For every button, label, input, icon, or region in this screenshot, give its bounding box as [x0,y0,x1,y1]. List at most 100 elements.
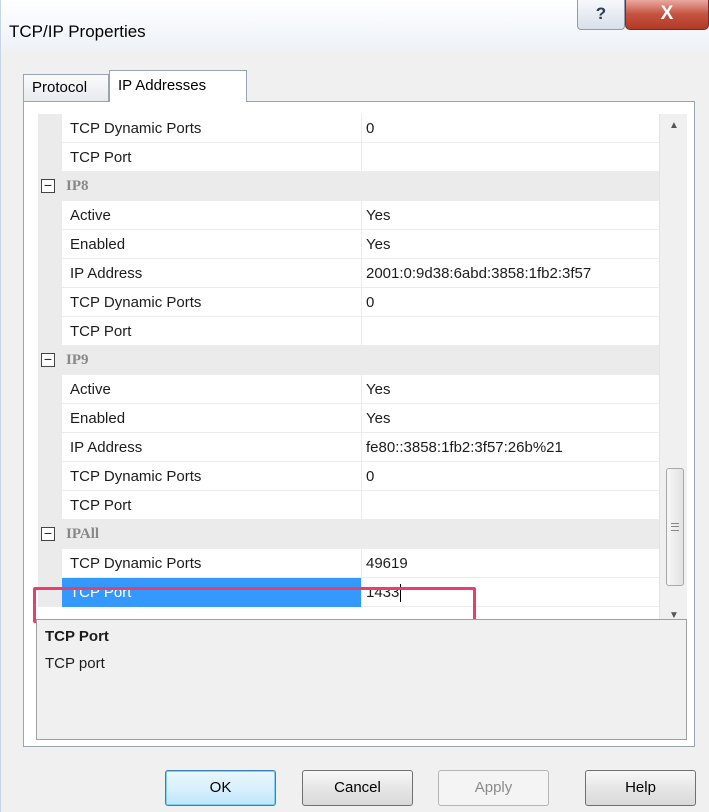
scroll-thumb[interactable] [666,468,684,586]
row-gutter [38,549,62,578]
scroll-up-arrow-icon[interactable]: ▲ [660,114,688,138]
property-value: 0 [366,114,374,143]
close-icon: X [660,3,674,24]
property-name: Active [70,381,111,398]
property-name: TCP Dynamic Ports [70,468,202,485]
property-value-text: fe80::3858:1fb2:3f57:26b%21 [366,439,563,456]
property-name: TCP Port [70,323,132,340]
window-title: TCP/IP Properties [9,22,146,41]
property-grid: TCP Dynamic Ports 0 TCP Port − IP8 Active Yes E… [38,114,659,628]
row-gutter [38,259,62,288]
column-divider [361,143,362,172]
column-divider [361,433,362,462]
property-row[interactable]: IP Address fe80::3858:1fb2:3f57:26b%21 [38,433,659,462]
property-value: Yes [366,375,390,404]
tab-protocol[interactable]: Protocol [23,74,109,102]
column-divider [361,404,362,433]
collapse-toggle-icon[interactable]: − [41,178,55,193]
property-value: Yes [366,404,390,433]
property-row[interactable]: Enabled Yes [38,404,659,433]
row-gutter [38,114,62,143]
cancel-button[interactable]: Cancel [302,770,413,806]
property-name: TCP Port [70,497,132,514]
property-row[interactable]: TCP Dynamic Ports 0 [38,114,659,143]
question-mark-icon: ? [595,4,607,23]
property-value: Yes [366,230,390,259]
property-row[interactable]: IP Address 2001:0:9d38:6abd:3858:1fb2:3f5… [38,259,659,288]
category-label: IP9 [66,352,89,368]
description-text: TCP port [45,655,105,672]
category-label: IPAll [66,526,100,542]
column-divider [361,491,362,520]
tab-ip-addresses-label: IP Addresses [118,77,207,94]
column-divider [361,462,362,491]
description-title: TCP Port [45,628,109,645]
property-value-text: 0 [366,294,375,311]
property-row[interactable]: TCP Dynamic Ports 0 [38,462,659,491]
tcpip-properties-dialog: TCP/IP Properties ? X Protocol IP Addres… [0,0,709,812]
category-row[interactable]: − IP9 [38,346,659,375]
property-row[interactable]: Enabled Yes [38,230,659,259]
property-row[interactable]: TCP Port [38,143,659,172]
property-name: Enabled [70,236,126,253]
property-value-text: 0 [366,468,375,485]
property-value-text: Yes [366,410,391,427]
row-gutter [38,230,62,259]
property-value-text: 49619 [366,555,408,572]
row-gutter [38,491,62,520]
property-value-text: Yes [366,381,391,398]
description-pane: TCP Port TCP port [36,619,687,740]
column-divider [361,201,362,230]
property-name: TCP Dynamic Ports [70,555,202,572]
property-row[interactable]: TCP Port [38,317,659,346]
vertical-scrollbar[interactable]: ▲ ▼ [659,114,687,628]
property-value: fe80::3858:1fb2:3f57:26b%21 [366,433,563,462]
property-row[interactable]: TCP Dynamic Ports 0 [38,288,659,317]
title-bar: TCP/IP Properties ? X [1,0,709,50]
ok-button[interactable]: OK [165,770,276,806]
help-button[interactable]: Help [585,770,696,806]
property-row[interactable]: Active Yes [38,201,659,230]
property-name: TCP Dynamic Ports [70,120,202,137]
row-gutter [38,201,62,230]
property-value: 2001:0:9d38:6abd:3858:1fb2:3f57 [366,259,591,288]
apply-button[interactable]: Apply [438,770,549,806]
column-divider [361,230,362,259]
property-row[interactable]: TCP Dynamic Ports 49619 [38,549,659,578]
property-row[interactable]: TCP Port [38,491,659,520]
help-title-button[interactable]: ? [577,0,625,30]
property-name: TCP Port [70,149,132,166]
close-button[interactable]: X [625,0,709,30]
row-gutter [38,317,62,346]
category-row[interactable]: − IPAll [38,520,659,549]
property-value-text: Yes [366,236,391,253]
property-name: TCP Dynamic Ports [70,294,202,311]
property-value-text: 0 [366,120,375,137]
property-value: Yes [366,201,390,230]
row-gutter [38,143,62,172]
tab-ip-addresses[interactable]: IP Addresses [109,70,247,102]
collapse-toggle-icon[interactable]: − [41,352,55,367]
property-value: 0 [366,288,374,317]
column-divider [361,375,362,404]
property-value: 49619 [366,549,408,578]
category-row[interactable]: − IP8 [38,172,659,201]
row-gutter [38,462,62,491]
column-divider [361,259,362,288]
row-gutter [38,288,62,317]
property-name: IP Address [70,265,143,282]
highlight-annotation [33,587,476,623]
row-gutter [38,375,62,404]
property-value-text: Yes [366,207,391,224]
property-name: Active [70,207,111,224]
column-divider [361,549,362,578]
column-divider [361,288,362,317]
property-value: 0 [366,462,374,491]
column-divider [361,114,362,143]
collapse-toggle-icon[interactable]: − [41,526,55,541]
column-divider [361,317,362,346]
property-value-text: 2001:0:9d38:6abd:3858:1fb2:3f57 [366,265,592,282]
row-gutter [38,404,62,433]
property-row[interactable]: Active Yes [38,375,659,404]
property-name: IP Address [70,439,143,456]
